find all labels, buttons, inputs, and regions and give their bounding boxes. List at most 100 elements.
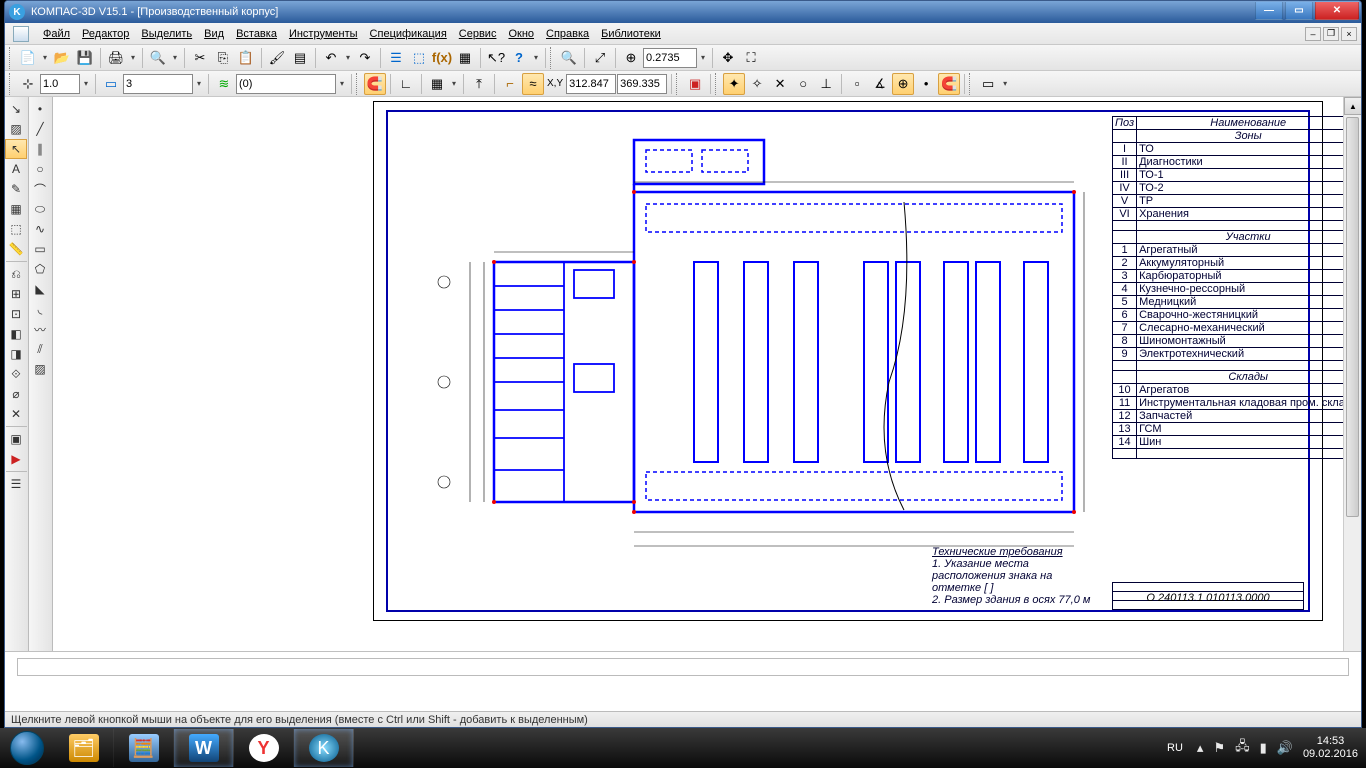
help-cursor-button[interactable]: ↖? <box>485 47 507 69</box>
fx-button[interactable]: f(x) <box>431 47 453 69</box>
menu-view[interactable]: Вид <box>204 28 224 40</box>
command-input[interactable] <box>17 658 1349 676</box>
language-indicator[interactable]: RU <box>1163 740 1187 756</box>
copy-button[interactable]: ⎘ <box>212 47 234 69</box>
snap-global-button[interactable]: 🧲 <box>938 73 960 95</box>
rect-icon[interactable]: ▭ <box>29 239 51 259</box>
show-hidden-icon[interactable]: ▴ <box>1197 740 1204 756</box>
curve-icon[interactable]: 〰 <box>29 319 51 339</box>
vertical-scrollbar[interactable]: ▲ ▼ <box>1343 97 1361 677</box>
line-icon[interactable]: ╱ <box>29 119 51 139</box>
cut-button[interactable]: ✂ <box>189 47 211 69</box>
spline-icon[interactable]: ∿ <box>29 219 51 239</box>
snap-toggle-button[interactable]: 🧲 <box>364 73 386 95</box>
layer-input[interactable] <box>236 74 336 94</box>
ellipse-icon[interactable]: ⬭ <box>29 199 51 219</box>
document-icon[interactable] <box>13 26 29 42</box>
redo-button[interactable]: ↷ <box>354 47 376 69</box>
tool8-icon[interactable]: ✕ <box>5 404 27 424</box>
format-painter-button[interactable]: 🖌 <box>266 47 288 69</box>
print-dropdown[interactable]: ▾ <box>128 53 138 62</box>
undo-button[interactable]: ↶ <box>320 47 342 69</box>
menu-insert[interactable]: Вставка <box>236 28 277 40</box>
layer-dropdown[interactable]: ▾ <box>337 79 347 88</box>
snap-mid-button[interactable]: ✧ <box>746 73 768 95</box>
selection-icon[interactable]: ↖ <box>5 139 27 159</box>
volume-icon[interactable]: 🔊 <box>1277 740 1293 756</box>
style-dropdown[interactable]: ▾ <box>194 79 204 88</box>
table-icon[interactable]: ▦ <box>5 199 27 219</box>
mdi-restore-button[interactable]: ❐ <box>1323 27 1339 41</box>
extra-tool-button[interactable]: ▭ <box>977 73 999 95</box>
mdi-close-button[interactable]: × <box>1341 27 1357 41</box>
zoom-input[interactable] <box>643 48 697 68</box>
flag-icon[interactable]: ⚑ <box>1213 740 1225 756</box>
menu-window[interactable]: Окно <box>508 28 534 40</box>
fillet-icon[interactable]: ◟ <box>29 299 51 319</box>
menu-libraries[interactable]: Библиотеки <box>601 28 661 40</box>
scroll-up-button[interactable]: ▲ <box>1344 97 1361 115</box>
snap-center-button[interactable]: ⊕ <box>892 73 914 95</box>
text-icon[interactable]: A <box>5 159 27 179</box>
stop-icon[interactable]: ▶ <box>5 449 27 469</box>
paste-button[interactable]: 📋 <box>235 47 257 69</box>
menu-editor[interactable]: Редактор <box>82 28 129 40</box>
mdi-minimize-button[interactable]: – <box>1305 27 1321 41</box>
snap-point-button[interactable]: • <box>915 73 937 95</box>
ortho-button[interactable]: ∟ <box>395 73 417 95</box>
tool2-icon[interactable]: ⊞ <box>5 284 27 304</box>
taskbar-word[interactable]: W <box>174 729 234 767</box>
measure-icon[interactable]: 📏 <box>5 239 27 259</box>
report-button[interactable]: ▦ <box>454 47 476 69</box>
snap-grid-button[interactable]: ▫ <box>846 73 868 95</box>
snap-normal-button[interactable]: ⊥ <box>815 73 837 95</box>
tool3-icon[interactable]: ⊡ <box>5 304 27 324</box>
hatch2-icon[interactable]: ▨ <box>29 359 51 379</box>
new-dropdown[interactable]: ▾ <box>40 53 50 62</box>
step-dropdown[interactable]: ▾ <box>81 79 91 88</box>
menu-file[interactable]: Файл <box>43 28 70 40</box>
step-input[interactable] <box>40 74 80 94</box>
menu-service[interactable]: Сервис <box>459 28 497 40</box>
tool9-icon[interactable]: ▣ <box>5 429 27 449</box>
close-button[interactable]: ✕ <box>1315 2 1359 20</box>
tool6-icon[interactable]: ⟐ <box>5 364 27 384</box>
tool1-icon[interactable]: ⎌ <box>5 264 27 284</box>
circle-icon[interactable]: ○ <box>29 159 51 179</box>
grid-button[interactable]: ▦ <box>426 73 448 95</box>
clock[interactable]: 14:53 09.02.2016 <box>1303 735 1358 761</box>
chamfer-icon[interactable]: ◣ <box>29 279 51 299</box>
snap-intersect-button[interactable]: ✕ <box>769 73 791 95</box>
zoom-window-button[interactable]: 🔍 <box>558 47 580 69</box>
preview-dropdown[interactable]: ▾ <box>170 53 180 62</box>
save-button[interactable]: 💾 <box>74 47 96 69</box>
extra-dropdown[interactable]: ▾ <box>1000 79 1010 88</box>
titlebar[interactable]: K КОМПАС-3D V15.1 - [Производственный ко… <box>5 1 1361 23</box>
preview-button[interactable]: 🔍 <box>147 47 169 69</box>
library-manager-button[interactable]: ☰ <box>385 47 407 69</box>
taskbar-kompas[interactable]: K <box>294 729 354 767</box>
tool4-icon[interactable]: ◧ <box>5 324 27 344</box>
local-cs-button[interactable]: ⤒ <box>468 73 490 95</box>
battery-icon[interactable]: ▮ <box>1260 740 1267 756</box>
round-button[interactable]: ≈ <box>522 73 544 95</box>
zoom-scale-button[interactable]: ⊕ <box>620 47 642 69</box>
menu-spec[interactable]: Спецификация <box>370 28 447 40</box>
minimize-button[interactable]: — <box>1255 2 1283 20</box>
style-input[interactable] <box>123 74 193 94</box>
variables-button[interactable]: ⬚ <box>408 47 430 69</box>
network-icon[interactable]: 🖧 <box>1235 737 1250 759</box>
scroll-thumb-v[interactable] <box>1346 117 1359 517</box>
end-command-button[interactable]: ▣ <box>684 73 706 95</box>
hatch-icon[interactable]: ▨ <box>5 119 27 139</box>
polygon-icon[interactable]: ⬠ <box>29 259 51 279</box>
tool7-icon[interactable]: ⌀ <box>5 384 27 404</box>
print-button[interactable]: 🖨 <box>105 47 127 69</box>
snap-tangent-button[interactable]: ○ <box>792 73 814 95</box>
grid-dropdown[interactable]: ▾ <box>449 79 459 88</box>
undo-dropdown[interactable]: ▾ <box>343 53 353 62</box>
pan-button[interactable]: ✥ <box>717 47 739 69</box>
drawing-canvas[interactable]: ПозНаименованиеКолВoПримечаниеЗоныIТО1II… <box>53 97 1361 695</box>
snap-near-button[interactable]: ✦ <box>723 73 745 95</box>
menu-tools[interactable]: Инструменты <box>289 28 358 40</box>
